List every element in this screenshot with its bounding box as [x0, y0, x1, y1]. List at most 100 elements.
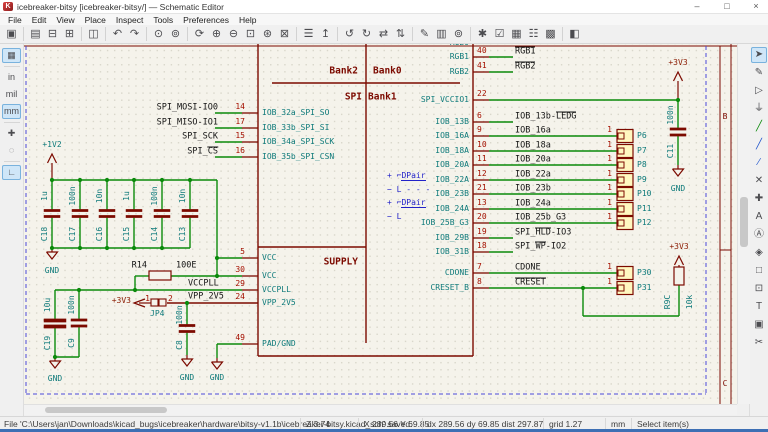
power-label[interactable]: +3V3 [669, 243, 688, 251]
jumper-pad[interactable] [159, 299, 166, 306]
capacitor-plate[interactable] [126, 209, 142, 211]
hv-wires-only-icon[interactable]: ∟ [2, 165, 21, 180]
menu-file[interactable]: File [3, 15, 27, 25]
schematic-canvas[interactable]: BCBank2Bank0SPIBank1SUPPLYIOB_32a_SPI_SO… [24, 44, 737, 404]
footprint-editor-icon[interactable]: ◧ [567, 26, 583, 42]
net-label[interactable]: SPI_SCK [182, 133, 218, 142]
pin-number[interactable]: 10 [477, 141, 487, 149]
capacitor-plate[interactable] [44, 215, 60, 217]
pin-name[interactable]: CRESET_B [430, 284, 469, 292]
hierarchical-label-icon[interactable]: ◈ [751, 245, 767, 261]
capacitor-plate[interactable] [99, 215, 115, 217]
capacitor-reference[interactable]: C14 [151, 226, 159, 240]
power-label[interactable]: +3V3 [668, 59, 687, 67]
pin-name[interactable]: IOB_20A [435, 161, 469, 169]
connector-pin-square[interactable] [618, 177, 624, 183]
menu-preferences[interactable]: Preferences [178, 15, 234, 25]
pin-number[interactable]: 20 [477, 213, 487, 221]
power-label[interactable]: +3V3 [112, 297, 131, 305]
connector-pin-square[interactable] [618, 133, 624, 139]
connector-pin-square[interactable] [618, 162, 624, 168]
pin-number[interactable]: 13 [477, 199, 487, 207]
net-label[interactable]: IOB_18a [515, 142, 551, 151]
connector-pin-square[interactable] [618, 148, 624, 154]
pin-number[interactable]: 30 [235, 266, 245, 274]
pin-number[interactable]: 40 [477, 47, 487, 55]
capacitor-plate[interactable] [154, 209, 170, 211]
net-label[interactable]: VPP_2V5 [188, 293, 224, 302]
pin-name[interactable]: VPP_2V5 [262, 299, 296, 307]
capacitor-reference[interactable]: C19 [44, 336, 52, 350]
capacitor-reference[interactable]: C13 [179, 226, 187, 240]
vertical-scrollbar-thumb[interactable] [740, 197, 748, 247]
annotate-icon[interactable]: ✱ [475, 26, 491, 42]
units-inches-icon[interactable]: in [2, 70, 21, 85]
capacitor-reference[interactable]: C11 [667, 144, 675, 158]
menu-help[interactable]: Help [234, 15, 261, 25]
capacitor-plate[interactable] [179, 324, 195, 326]
symbol-library-icon[interactable]: ▥ [434, 26, 450, 42]
capacitor-plate[interactable] [71, 325, 87, 327]
connector-reference[interactable]: P10 [637, 190, 651, 198]
menu-view[interactable]: View [51, 15, 79, 25]
capacitor-plate[interactable] [670, 134, 686, 136]
pin-number[interactable]: 24 [235, 293, 245, 301]
net-label[interactable]: IOB_16a [515, 127, 551, 136]
pin-name[interactable]: IOB_18A [435, 147, 469, 155]
connector-pin-number[interactable]: 1 [607, 184, 612, 192]
print-icon[interactable]: ⊟ [45, 26, 61, 42]
capacitor-value[interactable]: 100n [68, 296, 76, 315]
capacitor-plate[interactable] [44, 209, 60, 211]
units-mm-icon[interactable]: mm [2, 104, 21, 119]
capacitor-plate[interactable] [182, 209, 198, 211]
pin-number[interactable]: 8 [477, 278, 482, 286]
ground-label[interactable]: GND [210, 374, 224, 382]
capacitor-plate[interactable] [670, 128, 686, 130]
ic-section-header[interactable]: Bank0 [373, 66, 402, 76]
connector-pin-number[interactable]: 1 [607, 278, 612, 286]
connector-pin-number[interactable]: 1 [607, 263, 612, 271]
pin-name[interactable]: VCC [262, 254, 276, 262]
draw-wire-icon[interactable]: ╱ [751, 119, 767, 135]
capacitor-plate[interactable] [72, 215, 88, 217]
draw-bus-icon[interactable]: ╱ [751, 137, 767, 153]
place-symbol-icon[interactable]: ▷ [751, 83, 767, 99]
capacitor-value[interactable]: 1u [123, 191, 131, 201]
zoom-objects-icon[interactable]: ⊛ [260, 26, 276, 42]
pin-name[interactable]: IOB_32a_SPI_SO [262, 109, 329, 117]
net-label[interactable]: IOB_13b-LEDG [515, 112, 576, 122]
menu-inspect[interactable]: Inspect [111, 15, 148, 25]
rotate-cw-icon[interactable]: ↻ [359, 26, 375, 42]
capacitor-value[interactable]: 100n [667, 105, 675, 124]
net-label[interactable]: IOB_24a [515, 200, 551, 209]
connector-pin-number[interactable]: 1 [607, 213, 612, 221]
jumper-pad[interactable] [151, 299, 158, 306]
edit-fields-table-icon[interactable]: ▦ [509, 26, 525, 42]
rotate-ccw-icon[interactable]: ↺ [342, 26, 358, 42]
zoom-in-icon[interactable]: ⊕ [209, 26, 225, 42]
resistor-value[interactable]: 10k [686, 295, 694, 309]
refresh-icon[interactable]: ⟳ [192, 26, 208, 42]
pin-name[interactable]: CDONE [445, 269, 469, 277]
connector-pin-square[interactable] [618, 220, 624, 226]
vertical-scrollbar[interactable] [737, 44, 750, 404]
jumper-reference[interactable]: JP4 [150, 310, 164, 318]
pin-number[interactable]: 22 [477, 90, 487, 98]
resistor-reference[interactable]: R14 [132, 262, 147, 271]
capacitor-plate[interactable] [182, 215, 198, 217]
connector-pin-number[interactable]: 1 [607, 170, 612, 178]
pin-name[interactable]: IOB_23B [435, 190, 469, 198]
ic-section-header[interactable]: Bank2 [329, 66, 358, 76]
connector-reference[interactable]: P8 [637, 161, 647, 169]
pin-number[interactable]: 19 [477, 228, 487, 236]
connector-pin-number[interactable]: 1 [607, 155, 612, 163]
ic-section-header[interactable]: Bank1 [368, 92, 397, 102]
jumper-pin-number[interactable]: 1 [145, 295, 150, 303]
pin-number[interactable]: 11 [477, 155, 487, 163]
net-label[interactable]: IOB_23b [515, 185, 551, 194]
pin-name[interactable]: VCC [262, 272, 276, 280]
net-label-icon[interactable]: A [751, 209, 767, 225]
capacitor-plate[interactable] [99, 209, 115, 211]
sheet-settings-icon[interactable]: ▤ [28, 26, 44, 42]
connector-pin-square[interactable] [618, 270, 624, 276]
